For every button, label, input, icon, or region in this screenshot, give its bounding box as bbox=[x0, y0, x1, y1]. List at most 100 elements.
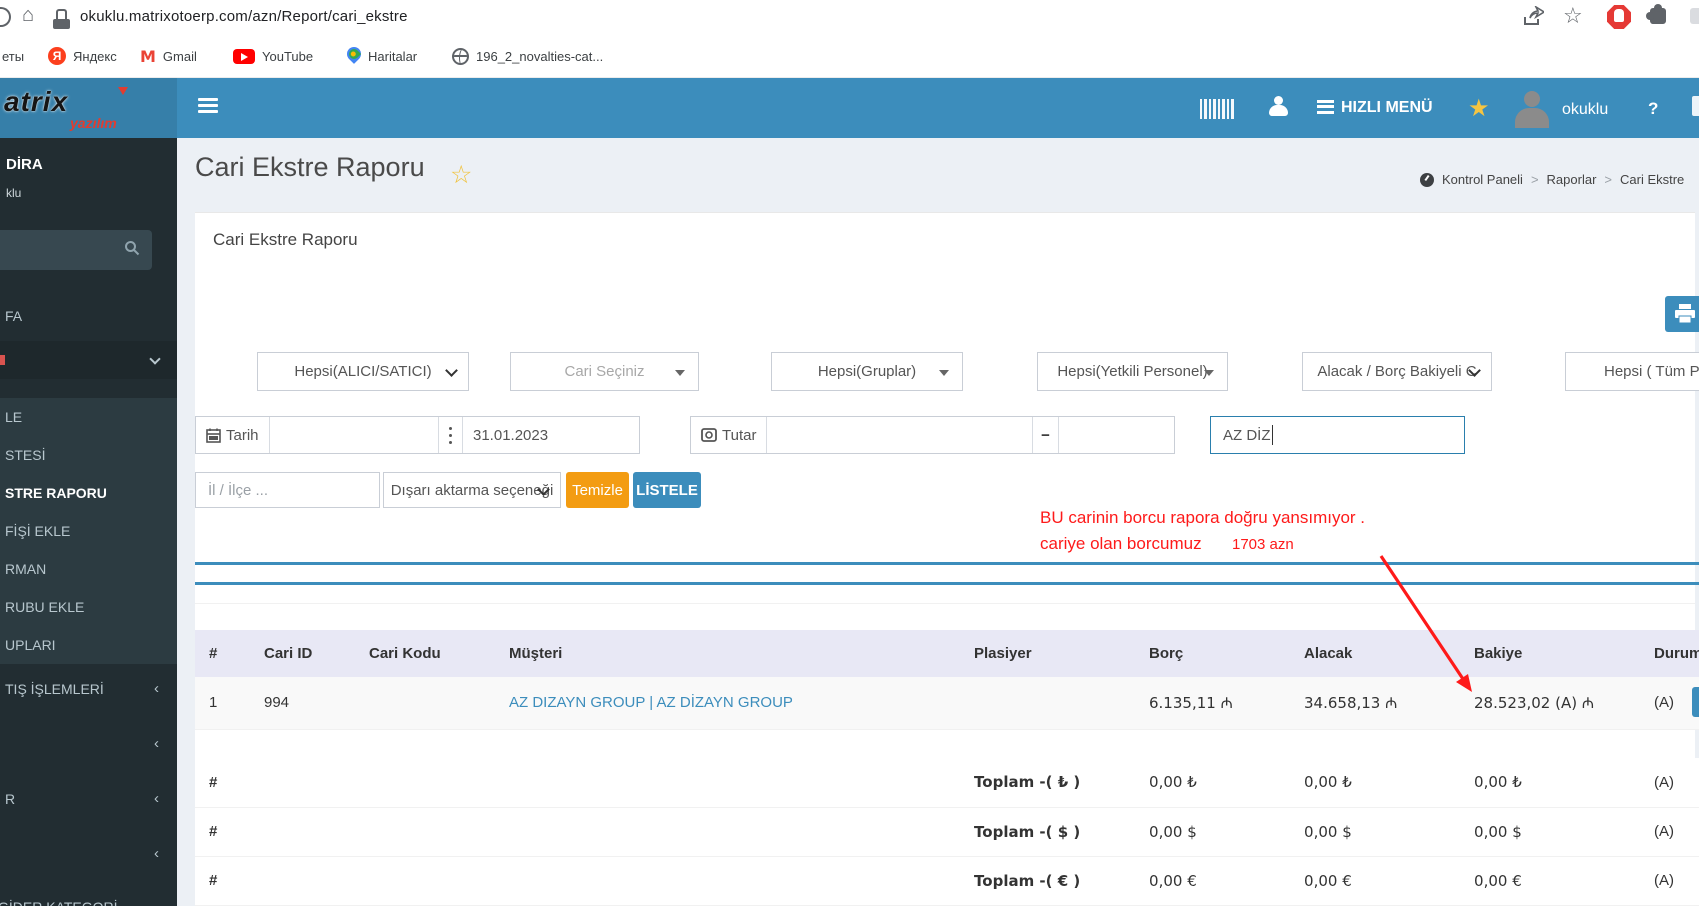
extensions-icon[interactable] bbox=[1646, 4, 1666, 24]
panel-title: Cari Ekstre Raporu bbox=[213, 230, 358, 249]
yandex-icon: Я bbox=[48, 47, 66, 65]
bookmark-item[interactable]: еты bbox=[2, 46, 24, 66]
col-musteri: Müşteri bbox=[495, 630, 960, 677]
page-title: Cari Ekstre Raporu bbox=[195, 152, 425, 182]
star-outline-icon[interactable]: ☆ bbox=[450, 160, 472, 190]
sidebar-subitem-fisi-ekle[interactable]: FİŞİ EKLE bbox=[0, 512, 177, 550]
date-end-input[interactable]: 31.01.2023 bbox=[463, 417, 639, 453]
bookmark-label: Gmail bbox=[162, 48, 197, 64]
col-cari-kodu: Cari Kodu bbox=[355, 630, 495, 677]
cell-cari-id: 994 bbox=[250, 677, 355, 730]
total-row-eur: # Toplam -( € ) 0,00 € 0,00 € 0,00 € (A) bbox=[195, 856, 1699, 906]
padlock-icon[interactable] bbox=[53, 9, 70, 29]
export-select[interactable]: Dışarı aktarma seçeneği bbox=[383, 472, 561, 508]
logo-subtext: yazılım bbox=[70, 115, 117, 131]
chevron-left-icon: ‹ bbox=[154, 735, 159, 752]
annotation-line1: BU carinin borcu rapora doğru yansımıyor… bbox=[1040, 508, 1366, 527]
sidebar-toggle-icon[interactable] bbox=[198, 98, 218, 114]
dropdown-arrow-icon bbox=[675, 370, 685, 376]
sidebar-user-name: DİRA bbox=[6, 156, 43, 173]
bookmark-label: еты bbox=[2, 48, 25, 64]
cell-durum: (A) bbox=[1640, 677, 1699, 730]
breadcrumb: Kontrol Paneli > Raporlar > Cari Ekstre bbox=[1420, 172, 1684, 187]
barcode-icon[interactable] bbox=[1200, 99, 1234, 119]
menu-bars-icon bbox=[1317, 99, 1334, 117]
clear-button[interactable]: Temizle bbox=[566, 472, 629, 508]
annotation-amount: 1703 azn bbox=[1232, 536, 1294, 553]
cell-plasiyer bbox=[960, 677, 1135, 730]
bookmark-item-youtube[interactable]: YouTube bbox=[233, 46, 313, 66]
customer-link[interactable]: AZ DIZAYN GROUP | AZ DİZAYN GROUP bbox=[509, 694, 793, 711]
cell-num: 1 bbox=[195, 677, 250, 730]
user-icon[interactable] bbox=[1268, 96, 1288, 116]
header-edge-icon[interactable] bbox=[1692, 96, 1699, 116]
avatar[interactable] bbox=[1512, 88, 1552, 128]
cell-bakiye: 28.523,02 (A) ₼ bbox=[1460, 677, 1640, 730]
sidebar-item-4[interactable]: ‹ bbox=[0, 835, 177, 873]
col-plasiyer: Plasiyer bbox=[960, 630, 1135, 677]
sidebar-search-input[interactable] bbox=[0, 230, 152, 270]
bookmark-star-icon[interactable]: ☆ bbox=[1563, 3, 1583, 29]
sidebar-subitem-cari-ekle[interactable]: LE bbox=[0, 398, 177, 436]
bookmark-item-site[interactable]: 196_2_novalties-cat... bbox=[452, 46, 603, 66]
select-groups[interactable]: Hepsi(Gruplar) bbox=[771, 352, 963, 391]
header-username[interactable]: okuklu bbox=[1562, 101, 1608, 119]
chevron-down-icon bbox=[445, 364, 458, 377]
results-table: # Cari ID Cari Kodu Müşteri Plasiyer Bor… bbox=[195, 630, 1699, 730]
url-text[interactable]: okuklu.matrixotoerp.com/azn/Report/cari_… bbox=[80, 8, 408, 25]
sidebar-subitem-ekstre-raporu-active[interactable]: STRE RAPORU bbox=[0, 474, 177, 512]
chevron-left-icon: ‹ bbox=[154, 845, 159, 862]
list-button[interactable]: LİSTELE bbox=[633, 472, 701, 508]
bookmark-item-gmail[interactable]: M Gmail bbox=[140, 46, 197, 66]
app-logo[interactable]: atrix yazılım bbox=[0, 78, 177, 138]
sidebar-subitem-ferman[interactable]: RMAN bbox=[0, 550, 177, 588]
minus-separator: − bbox=[1033, 417, 1059, 453]
globe-icon bbox=[452, 47, 469, 65]
amount-min-input[interactable] bbox=[767, 417, 1033, 453]
favorites-star-icon[interactable]: ★ bbox=[1468, 94, 1490, 123]
totals-table: # Toplam -( ₺ ) 0,00 ₺ 0,00 ₺ 0,00 ₺ (A)… bbox=[195, 758, 1699, 906]
dropdown-arrow-icon bbox=[939, 370, 949, 376]
bookmark-item-maps[interactable]: Haritalar bbox=[344, 43, 417, 66]
text-caret bbox=[1271, 425, 1273, 445]
bookmark-item-yandex[interactable]: Я Яндекс bbox=[48, 46, 117, 66]
sidebar-subitem-cari-listesi[interactable]: STESİ bbox=[0, 436, 177, 474]
help-icon[interactable]: ? bbox=[1648, 99, 1658, 119]
chevron-left-icon: ‹ bbox=[154, 790, 159, 807]
sidebar-item-gider-kategori[interactable]: GİDER KATEGORİ bbox=[0, 888, 170, 906]
select-balance-type[interactable]: Alacak / Borç Bakiyeli C bbox=[1302, 352, 1492, 391]
logo-triangle-icon bbox=[118, 87, 128, 95]
sidebar: DİRA klu FA LE STESİ STRE RAPORU FİŞİ EK… bbox=[0, 138, 177, 906]
dashboard-icon bbox=[1420, 172, 1434, 187]
sidebar-item-satis-islemleri[interactable]: TIŞ İŞLEMLERİ ‹ bbox=[0, 670, 177, 708]
browser-edge-icon[interactable] bbox=[1690, 8, 1699, 24]
cari-search-input[interactable]: AZ DİZ bbox=[1210, 416, 1465, 454]
home-icon[interactable]: ⌂ bbox=[22, 4, 34, 27]
bookmark-label: YouTube bbox=[262, 48, 314, 64]
sidebar-item-2[interactable]: ‹ bbox=[0, 725, 177, 763]
col-bakiye: Bakiye bbox=[1460, 630, 1640, 677]
sidebar-subitem-grubu-ekle[interactable]: RUBU EKLE bbox=[0, 588, 177, 626]
select-personnel[interactable]: Hepsi(Yetkili Personel) bbox=[1037, 352, 1228, 391]
adblock-icon[interactable] bbox=[1607, 5, 1631, 29]
amount-max-input[interactable] bbox=[1059, 417, 1174, 453]
col-cari-id: Cari ID bbox=[250, 630, 355, 677]
share-icon[interactable] bbox=[1522, 6, 1544, 28]
breadcrumb-raporlar[interactable]: Raporlar bbox=[1547, 172, 1597, 187]
sidebar-item-cari-parent[interactable] bbox=[0, 341, 177, 379]
select-buyer-seller[interactable]: Hepsi(ALICI/SATICI) bbox=[257, 352, 469, 391]
print-button[interactable] bbox=[1665, 296, 1699, 332]
date-start-input[interactable] bbox=[270, 417, 439, 453]
row-action-button[interactable] bbox=[1692, 686, 1699, 717]
chevron-down-icon bbox=[149, 353, 161, 365]
city-input[interactable] bbox=[195, 472, 380, 508]
select-cari[interactable]: Cari Seçiniz bbox=[510, 352, 699, 391]
select-currency[interactable]: Hepsi ( Tüm Para Bir bbox=[1565, 352, 1699, 391]
breadcrumb-home[interactable]: Kontrol Paneli bbox=[1442, 172, 1523, 187]
sidebar-subitem-gruplari[interactable]: UPLARI bbox=[0, 626, 177, 664]
sidebar-item-home[interactable]: FA bbox=[0, 297, 177, 335]
sidebar-item-3[interactable]: R ‹ bbox=[0, 780, 177, 818]
reload-icon[interactable] bbox=[0, 7, 11, 27]
quick-menu-button[interactable]: HIZLI MENÜ bbox=[1317, 99, 1433, 117]
total-label: Toplam -( ₺ ) bbox=[960, 758, 1136, 808]
